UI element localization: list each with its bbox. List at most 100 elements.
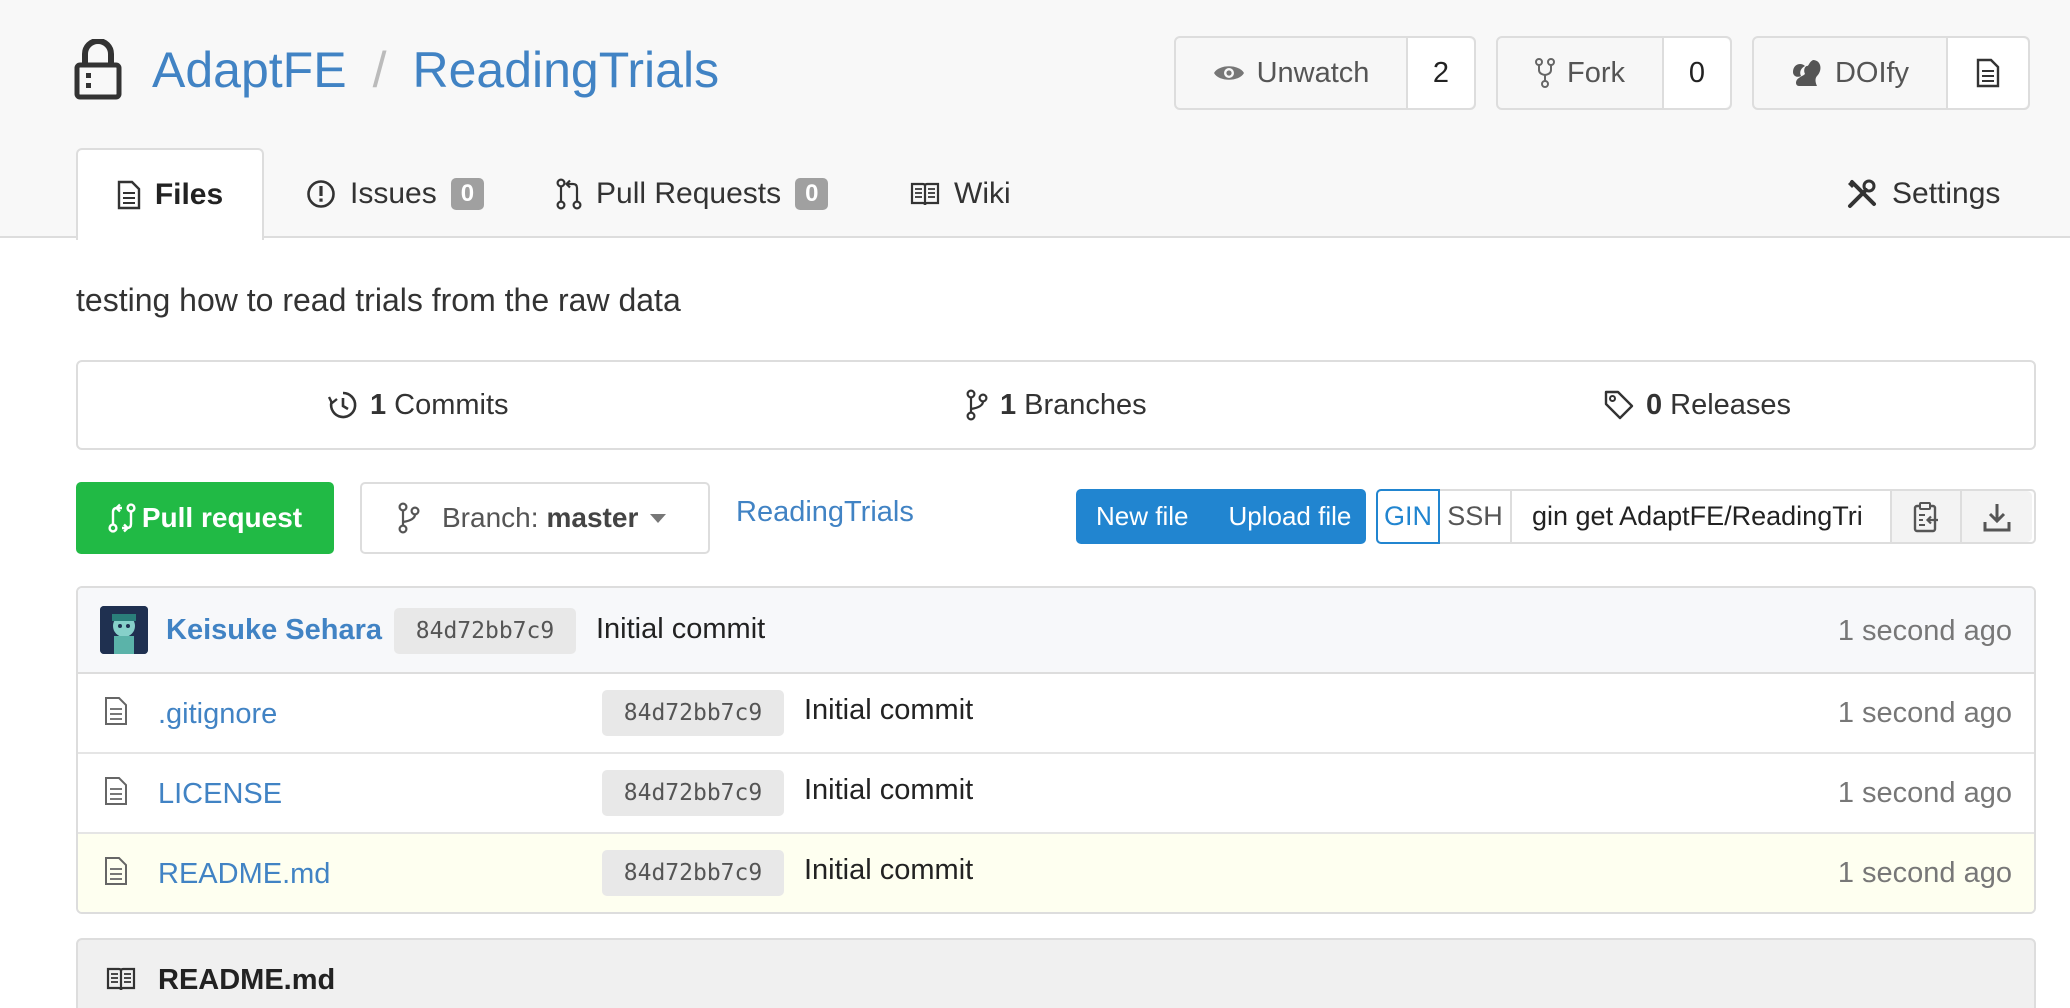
tab-pull-requests[interactable]: Pull Requests 0 (556, 148, 829, 240)
file-text-icon (1976, 58, 2000, 88)
file-actions-group: New file Upload file (1076, 489, 1366, 544)
tab-pull-requests-label: Pull Requests (596, 177, 782, 210)
git-pull-request-icon (556, 178, 582, 210)
unwatch-label: Unwatch (1256, 56, 1370, 89)
book-icon (106, 966, 136, 997)
clone-command-input[interactable]: gin get AdaptFE/ReadingTri (1512, 491, 1892, 542)
fork-count[interactable]: 0 (1664, 38, 1730, 108)
chevron-down-icon (650, 513, 667, 523)
commits-count: 1 (370, 388, 387, 421)
commit-time: 1 second ago (1837, 697, 2012, 729)
repo-description: testing how to read trials from the raw … (76, 282, 681, 318)
repo-owner-link[interactable]: AdaptFE (152, 41, 347, 99)
repo-stats-bar: 1 Commits 1 Branches 0 Releases (76, 360, 2036, 450)
file-listing: Keisuke Sehara 84d72bb7c9 Initial commit… (76, 586, 2036, 914)
git-branch-icon (966, 389, 988, 421)
tab-issues[interactable]: Issues 0 (306, 148, 485, 240)
pull-requests-count-badge: 0 (795, 178, 829, 210)
file-name-link[interactable]: .gitignore (158, 698, 277, 731)
commit-sha-button[interactable]: 84d72bb7c9 (602, 690, 784, 736)
file-row-license: LICENSE 84d72bb7c9 Initial commit 1 seco… (78, 754, 2034, 834)
fork-button[interactable]: Fork (1498, 38, 1664, 108)
clone-url-group: GIN SSH gin get AdaptFE/ReadingTri (1376, 489, 2036, 544)
branch-selector[interactable]: Branch: master (360, 482, 710, 554)
tab-files[interactable]: Files (76, 148, 264, 240)
file-icon (104, 776, 128, 811)
pull-request-button[interactable]: Pull request (76, 482, 334, 554)
tab-files-label: Files (154, 178, 224, 211)
latest-commit-row: Keisuke Sehara 84d72bb7c9 Initial commit… (78, 588, 2034, 674)
unwatch-button[interactable]: Unwatch (1176, 38, 1408, 108)
git-branch-icon (398, 502, 420, 534)
tab-issues-label: Issues (350, 177, 437, 210)
tab-wiki[interactable]: Wiki (910, 148, 1011, 240)
tab-settings-label: Settings (1892, 177, 2001, 210)
file-text-icon (117, 180, 141, 210)
file-name-link[interactable]: LICENSE (158, 778, 282, 811)
doify-button[interactable]: DOIfy (1754, 38, 1948, 108)
commit-message-link[interactable]: Initial commit (804, 854, 973, 887)
file-icon (104, 856, 128, 891)
history-icon (328, 391, 357, 419)
repo-name-link[interactable]: ReadingTrials (412, 41, 719, 99)
tab-settings[interactable]: Settings (1846, 148, 2000, 240)
branches-count: 1 (1000, 388, 1017, 421)
commits-stat[interactable]: 1 Commits (328, 362, 509, 448)
commit-author-link[interactable]: Keisuke Sehara (166, 614, 382, 647)
file-icon (104, 696, 128, 731)
commits-label: Commits (394, 388, 509, 421)
clipboard-icon (1913, 501, 1938, 532)
compare-icon (108, 503, 136, 533)
tag-icon (1604, 390, 1634, 420)
doify-label: DOIfy (1834, 56, 1910, 89)
branch-prefix: Branch: (442, 502, 539, 533)
lock-icon (74, 39, 124, 101)
avatar[interactable] (100, 606, 148, 654)
pull-request-label: Pull request (141, 502, 303, 533)
branches-label: Branches (1024, 388, 1147, 421)
readme-title: README.md (158, 964, 336, 996)
issue-icon (307, 180, 335, 208)
title-separator: / (372, 42, 387, 98)
doi-group: DOIfy (1752, 36, 2030, 110)
download-button[interactable] (1962, 491, 2032, 542)
upload-file-button[interactable]: Upload file (1228, 501, 1351, 532)
ssh-protocol-button[interactable]: SSH (1440, 491, 1512, 542)
releases-label: Releases (1670, 388, 1792, 421)
commit-sha-button[interactable]: 84d72bb7c9 (602, 850, 784, 896)
file-name-link[interactable]: README.md (158, 858, 330, 891)
branch-name: master (546, 502, 639, 533)
commit-message-link[interactable]: Initial commit (804, 774, 973, 807)
copy-clone-button[interactable] (1892, 491, 1962, 542)
tab-wiki-label: Wiki (954, 177, 1011, 210)
branches-stat[interactable]: 1 Branches (966, 362, 1147, 448)
fork-label: Fork (1567, 56, 1625, 89)
fork-icon (1535, 58, 1555, 88)
releases-stat[interactable]: 0 Releases (1604, 362, 1791, 448)
repo-tabs: Files Issues 0 Pull Requests 0 Wiki Sett… (76, 148, 2036, 240)
file-row-gitignore: .gitignore 84d72bb7c9 Initial commit 1 s… (78, 674, 2034, 754)
repo-root-link[interactable]: ReadingTrials (736, 496, 914, 529)
watch-count[interactable]: 2 (1408, 38, 1474, 108)
file-row-readme: README.md 84d72bb7c9 Initial commit 1 se… (78, 834, 2034, 912)
commit-message-link[interactable]: Initial commit (804, 694, 973, 727)
commit-time: 1 second ago (1837, 777, 2012, 809)
gin-protocol-button[interactable]: GIN (1376, 489, 1440, 544)
repo-title: AdaptFE / ReadingTrials (74, 32, 719, 108)
eye-icon (1213, 66, 1244, 80)
doi-info-button[interactable] (1948, 38, 2028, 108)
new-file-button[interactable]: New file (1096, 501, 1188, 532)
releases-count: 0 (1646, 388, 1663, 421)
commit-message: Initial commit (596, 613, 766, 645)
download-icon (1983, 503, 2011, 531)
squirrel-icon (1792, 60, 1821, 86)
watch-group: Unwatch 2 (1174, 36, 1476, 110)
commit-sha-button[interactable]: 84d72bb7c9 (602, 770, 784, 816)
commit-time: 1 second ago (1837, 857, 2012, 889)
readme-panel: README.md (76, 938, 2036, 1008)
tools-icon (1848, 179, 1876, 208)
issues-count-badge: 0 (450, 178, 485, 210)
book-icon (910, 182, 940, 206)
commit-time: 1 second ago (1837, 615, 2012, 647)
commit-sha-button[interactable]: 84d72bb7c9 (394, 608, 576, 654)
